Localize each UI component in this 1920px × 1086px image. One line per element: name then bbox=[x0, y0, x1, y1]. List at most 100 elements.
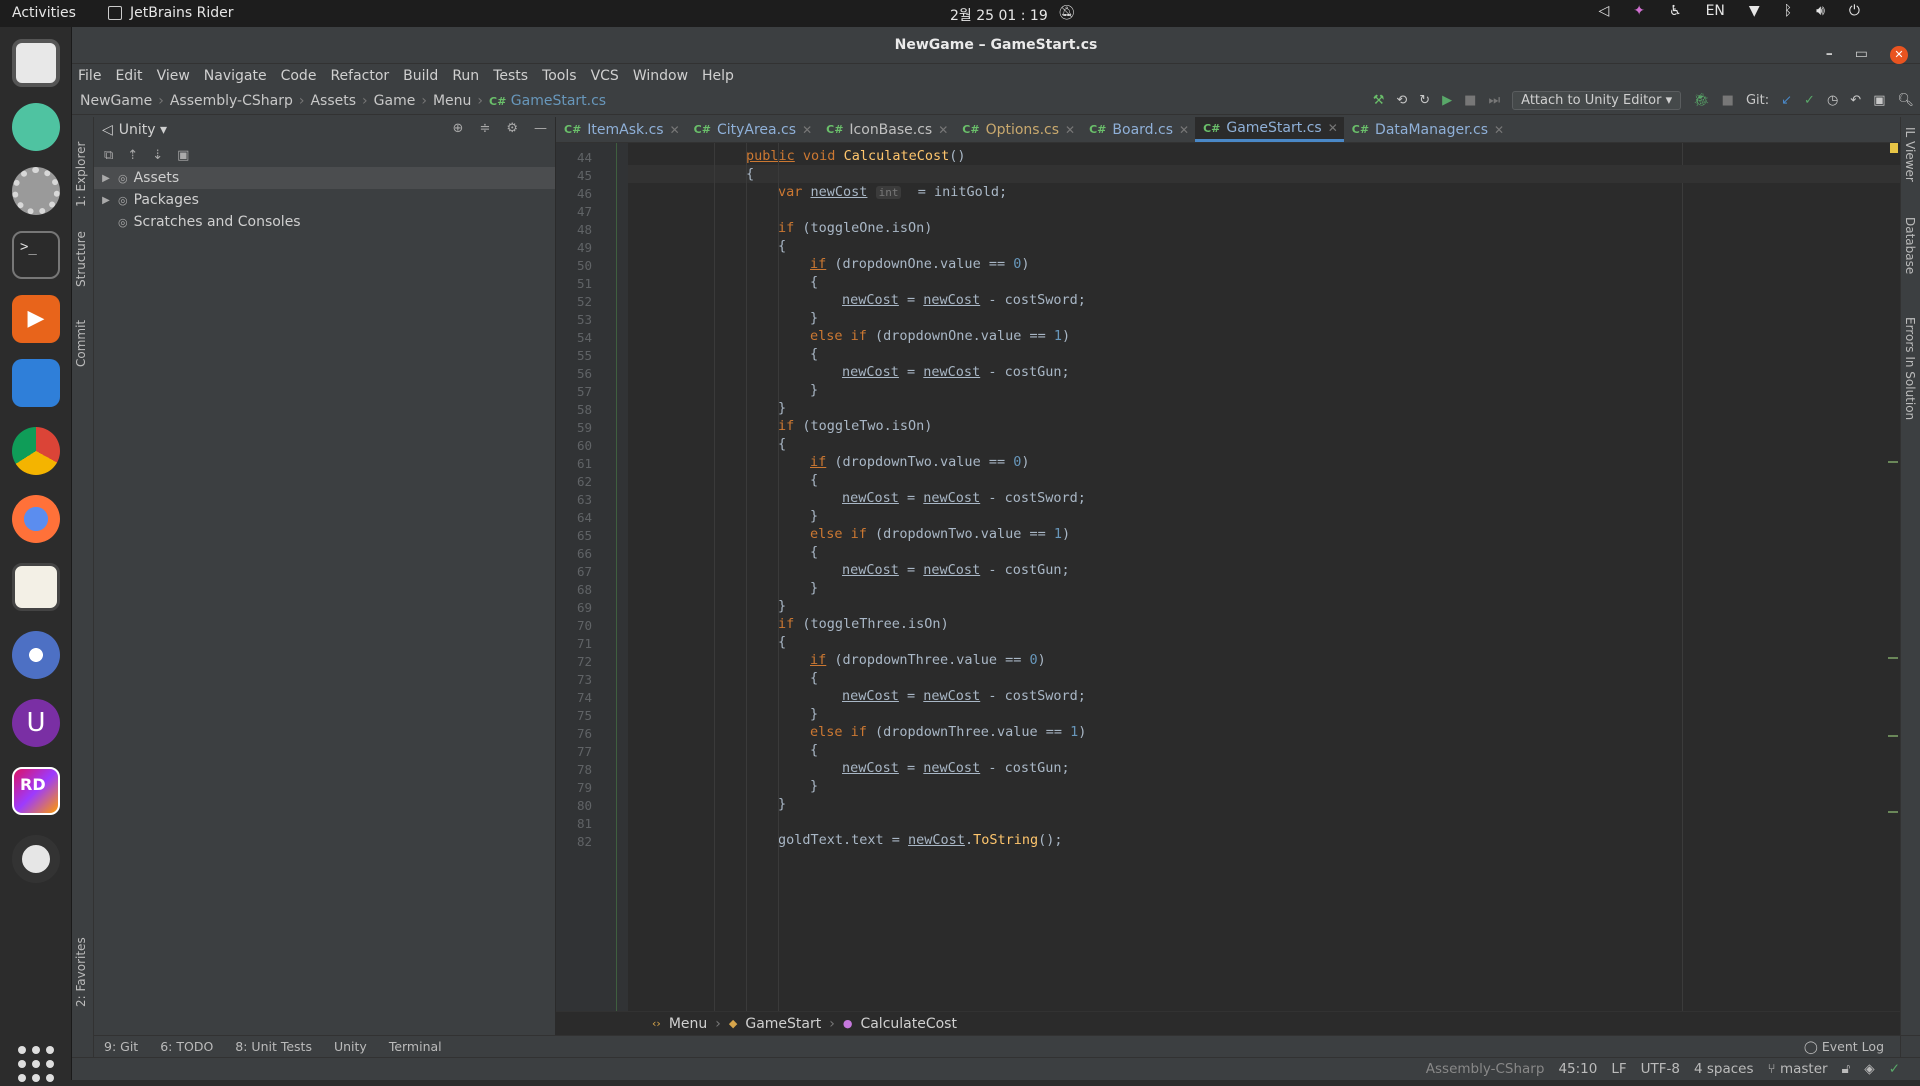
build-icon[interactable]: ⚒ bbox=[1373, 93, 1385, 108]
code-line[interactable]: } bbox=[628, 579, 1900, 597]
nav-crumb[interactable]: Assets bbox=[310, 93, 356, 109]
status-encoding[interactable]: UTF-8 bbox=[1641, 1061, 1680, 1077]
code-line[interactable]: { bbox=[628, 273, 1900, 291]
menu-item-code[interactable]: Code bbox=[281, 68, 317, 84]
code-line[interactable]: else if (dropdownOne.value == 1) bbox=[628, 327, 1900, 345]
stop-icon[interactable]: ■ bbox=[1464, 93, 1476, 108]
menu-item-vcs[interactable]: VCS bbox=[591, 68, 619, 84]
explorer-scope-dropdown[interactable]: Unity ▾ bbox=[119, 122, 167, 138]
code-line[interactable]: { bbox=[628, 345, 1900, 363]
krita-icon[interactable] bbox=[12, 631, 60, 679]
il-viewer-tool-tab[interactable]: IL Viewer bbox=[1903, 127, 1917, 182]
terminal-app-icon[interactable]: >_ bbox=[12, 231, 60, 279]
nav-crumb[interactable]: NewGame bbox=[80, 93, 152, 109]
favorites-tool-tab[interactable]: 2: Favorites bbox=[74, 937, 88, 1007]
breadcrumb-item[interactable]: GameStart bbox=[745, 1016, 821, 1032]
code-line[interactable]: { bbox=[628, 741, 1900, 759]
breadcrumb-item[interactable]: Menu bbox=[669, 1016, 707, 1032]
code-line[interactable]: { bbox=[628, 633, 1900, 651]
tree-item[interactable]: ▶ ◎ Packages bbox=[94, 189, 555, 211]
close-tab-icon[interactable]: ✕ bbox=[938, 123, 948, 137]
event-log-button[interactable]: ◯ Event Log bbox=[1804, 1039, 1884, 1054]
code-line[interactable]: newCost = newCost - costSword; bbox=[628, 291, 1900, 309]
structure-tool-tab[interactable]: Structure bbox=[74, 231, 88, 287]
menu-item-build[interactable]: Build bbox=[403, 68, 438, 84]
code-line[interactable]: goldText.text = newCost.ToString(); bbox=[628, 831, 1900, 849]
close-tab-icon[interactable]: ✕ bbox=[802, 123, 812, 137]
chrome-icon[interactable] bbox=[12, 427, 60, 475]
code-line[interactable]: public void CalculateCost() bbox=[628, 147, 1900, 165]
rider-dock-icon[interactable]: RD bbox=[12, 767, 60, 815]
code-line[interactable]: } bbox=[628, 309, 1900, 327]
close-icon[interactable]: ✕ bbox=[1890, 45, 1908, 64]
errors-tool-tab[interactable]: Errors In Solution bbox=[1903, 317, 1917, 420]
volume-icon[interactable]: 🔊︎ bbox=[1816, 3, 1825, 19]
pencil-app-icon[interactable] bbox=[12, 103, 60, 151]
status-indent[interactable]: 4 spaces bbox=[1694, 1061, 1754, 1077]
code-line[interactable]: } bbox=[628, 507, 1900, 525]
bottom-tool-tab[interactable]: Terminal bbox=[389, 1039, 442, 1054]
bluetooth-icon[interactable]: ᛒ bbox=[1784, 3, 1792, 19]
firefox-icon[interactable] bbox=[12, 495, 60, 543]
hide-panel-icon[interactable]: — bbox=[534, 121, 547, 136]
editor-tab[interactable]: C# CityArea.cs ✕ bbox=[686, 117, 818, 142]
editor-tab[interactable]: C# ItemAsk.cs ✕ bbox=[556, 117, 686, 142]
menu-item-view[interactable]: View bbox=[157, 68, 190, 84]
activities-button[interactable]: Activities bbox=[12, 5, 76, 21]
bottom-tool-tab[interactable]: 8: Unit Tests bbox=[235, 1039, 312, 1054]
bottom-tool-tab[interactable]: 9: Git bbox=[104, 1039, 138, 1054]
tree-item[interactable]: ◎ Scratches and Consoles bbox=[94, 211, 555, 233]
expand-arrow-icon[interactable]: ▶ bbox=[100, 195, 112, 206]
code-line[interactable]: var newCost int = initGold; bbox=[628, 183, 1900, 201]
active-app-menu[interactable]: JetBrains Rider bbox=[108, 5, 234, 21]
code-line[interactable]: } bbox=[628, 597, 1900, 615]
play-icon[interactable]: ▶ bbox=[1442, 93, 1452, 108]
power-icon[interactable]: ⏻ bbox=[1849, 3, 1860, 19]
code-line[interactable]: { bbox=[628, 237, 1900, 255]
commit-tool-tab[interactable]: Commit bbox=[74, 320, 88, 367]
menu-item-refactor[interactable]: Refactor bbox=[330, 68, 389, 84]
bottom-tool-tab[interactable]: 6: TODO bbox=[160, 1039, 213, 1054]
telegram-icon[interactable]: ◁ bbox=[1599, 3, 1610, 19]
close-tab-icon[interactable]: ✕ bbox=[1328, 121, 1338, 135]
git-rollback-icon[interactable]: ↶ bbox=[1850, 93, 1861, 108]
close-tab-icon[interactable]: ✕ bbox=[1065, 123, 1075, 137]
inspection-ok-icon[interactable]: ✓ bbox=[1889, 1061, 1900, 1077]
code-line[interactable]: else if (dropdownThree.value == 1) bbox=[628, 723, 1900, 741]
code-line[interactable]: newCost = newCost - costGun; bbox=[628, 561, 1900, 579]
nav-crumb[interactable]: Menu bbox=[433, 93, 471, 109]
editor-tab[interactable]: C# Board.cs ✕ bbox=[1081, 117, 1195, 142]
collapse-all-icon[interactable]: ≑ bbox=[479, 121, 490, 136]
nav-crumb[interactable]: Assembly-CSharp bbox=[170, 93, 293, 109]
expand-arrow-icon[interactable]: ▶ bbox=[100, 173, 112, 184]
settings-app-icon[interactable] bbox=[12, 167, 60, 215]
close-tab-icon[interactable]: ✕ bbox=[1179, 123, 1189, 137]
nav-current-file[interactable]: C# GameStart.cs bbox=[489, 93, 606, 109]
editor-tab[interactable]: C# DataManager.cs ✕ bbox=[1344, 117, 1510, 142]
back-icon[interactable]: ⟲ bbox=[1396, 93, 1407, 108]
code-line[interactable]: { bbox=[628, 165, 1900, 183]
menu-item-help[interactable]: Help bbox=[702, 68, 734, 84]
code-area[interactable]: public void CalculateCost(){var newCost … bbox=[628, 143, 1900, 1011]
code-line[interactable]: } bbox=[628, 795, 1900, 813]
database-tool-tab[interactable]: Database bbox=[1903, 217, 1917, 274]
wifi-icon[interactable]: ▼ bbox=[1749, 3, 1760, 19]
menu-item-window[interactable]: Window bbox=[633, 68, 688, 84]
code-line[interactable]: { bbox=[628, 471, 1900, 489]
editor-tab[interactable]: C# Options.cs ✕ bbox=[954, 117, 1081, 142]
menu-item-run[interactable]: Run bbox=[452, 68, 479, 84]
layout-icon[interactable]: ▣ bbox=[1873, 93, 1885, 108]
unity-connection-icon[interactable]: ◈ bbox=[1864, 1061, 1874, 1077]
code-line[interactable]: if (dropdownTwo.value == 0) bbox=[628, 453, 1900, 471]
editor-tab[interactable]: C# GameStart.cs ✕ bbox=[1195, 117, 1344, 142]
menu-item-edit[interactable]: Edit bbox=[115, 68, 142, 84]
accessibility-icon[interactable]: ♿︎ bbox=[1669, 3, 1682, 19]
editor-tab[interactable]: C# IconBase.cs ✕ bbox=[818, 117, 954, 142]
code-line[interactable]: if (toggleTwo.isOn) bbox=[628, 417, 1900, 435]
code-line[interactable]: newCost = newCost - costGun; bbox=[628, 363, 1900, 381]
code-line[interactable]: if (toggleOne.isOn) bbox=[628, 219, 1900, 237]
input-language[interactable]: EN bbox=[1706, 3, 1725, 19]
maximize-icon[interactable]: ▭ bbox=[1855, 36, 1868, 73]
step-icon[interactable]: ⏭ bbox=[1488, 93, 1500, 108]
status-project[interactable]: Assembly-CSharp bbox=[1426, 1061, 1545, 1077]
